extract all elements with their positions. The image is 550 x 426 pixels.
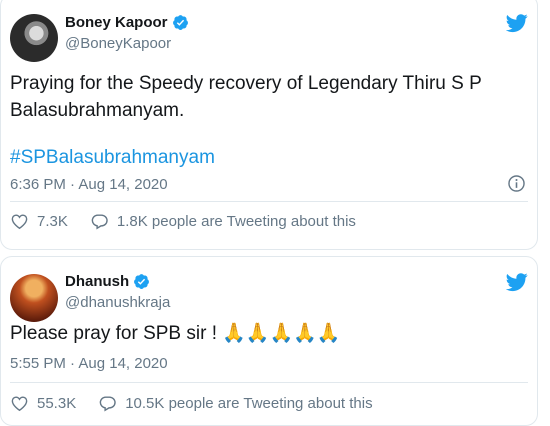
author-name-label[interactable]: Dhanush	[65, 273, 129, 290]
divider	[10, 201, 528, 202]
info-icon[interactable]	[507, 174, 526, 193]
author-name-label[interactable]: Boney Kapoor	[65, 14, 168, 31]
tweet-text: Praying for the Speedy recovery of Legen…	[10, 73, 482, 121]
like-count: 7.3K	[37, 213, 68, 230]
heart-icon	[11, 396, 28, 412]
author-name[interactable]: Boney Kapoor	[65, 14, 189, 31]
verified-badge-icon	[134, 274, 150, 289]
tweet-text: Please pray for SPB sir ! 🙏🙏🙏🙏🙏	[10, 323, 341, 344]
like-button[interactable]: 55.3K	[10, 394, 76, 413]
like-button[interactable]: 7.3K	[10, 212, 68, 231]
tweet-actions: 55.3K 10.5K people are Tweeting about th…	[10, 394, 395, 413]
author-handle[interactable]: @dhanushkraja	[65, 294, 170, 311]
discussion-link[interactable]: 10.5K people are Tweeting about this	[98, 394, 373, 413]
twitter-bird-icon[interactable]	[506, 12, 528, 34]
like-count: 55.3K	[37, 395, 77, 412]
discussion-link[interactable]: 1.8K people are Tweeting about this	[90, 212, 356, 231]
tweet-timestamp[interactable]: 6:36 PM · Aug 14, 2020	[10, 176, 168, 193]
twitter-bird-icon[interactable]	[506, 271, 528, 293]
author-name[interactable]: Dhanush	[65, 273, 150, 290]
verified-badge-icon	[172, 15, 188, 30]
avatar[interactable]	[10, 274, 58, 322]
speech-bubble-icon	[99, 396, 116, 412]
speech-bubble-icon	[91, 214, 108, 230]
discussion-text: 1.8K people are Tweeting about this	[116, 213, 356, 230]
hashtag-link[interactable]: #SPBalasubrahmanyam	[10, 147, 215, 169]
author-handle[interactable]: @BoneyKapoor	[65, 35, 171, 52]
tweet-timestamp[interactable]: 5:55 PM · Aug 14, 2020	[10, 355, 168, 372]
heart-icon	[11, 214, 28, 230]
tweet-card-boney-kapoor[interactable]: Boney Kapoor @BoneyKapoor Praying for th…	[0, 0, 538, 250]
avatar[interactable]	[10, 14, 58, 62]
discussion-text: 10.5K people are Tweeting about this	[125, 395, 373, 412]
divider	[10, 382, 528, 383]
tweet-actions: 7.3K 1.8K people are Tweeting about this	[10, 212, 378, 231]
tweet-card-dhanush[interactable]: Dhanush @dhanushkraja Please pray for SP…	[0, 256, 538, 426]
